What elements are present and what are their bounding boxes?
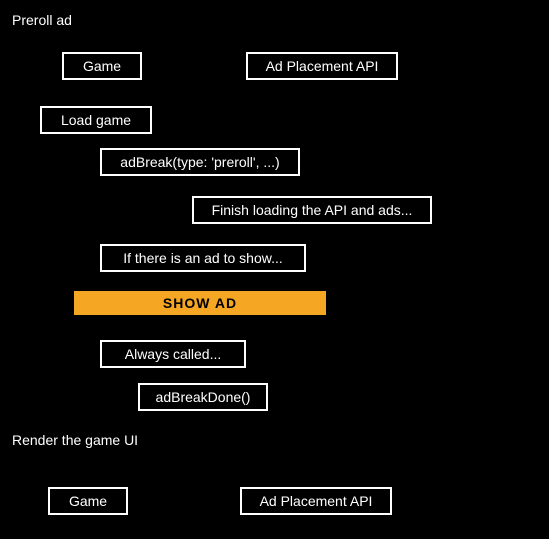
ad-break-call-box: adBreak(type: 'preroll', ...): [100, 148, 300, 176]
ad-placement-api-box-bottom: Ad Placement API: [240, 487, 392, 515]
ad-break-done-box: adBreakDone(): [138, 383, 268, 411]
always-called-box: Always called...: [100, 340, 246, 368]
ad-placement-api-box-top: Ad Placement API: [246, 52, 398, 80]
finish-loading-box: Finish loading the API and ads...: [192, 196, 432, 224]
show-ad-box: SHOW AD: [74, 291, 326, 315]
game-box-bottom: Game: [48, 487, 128, 515]
preroll-ad-label: Preroll ad: [8, 10, 76, 30]
render-game-ui-label: Render the game UI: [8, 430, 142, 450]
game-box-top: Game: [62, 52, 142, 80]
if-ad-box: If there is an ad to show...: [100, 244, 306, 272]
load-game-box: Load game: [40, 106, 152, 134]
